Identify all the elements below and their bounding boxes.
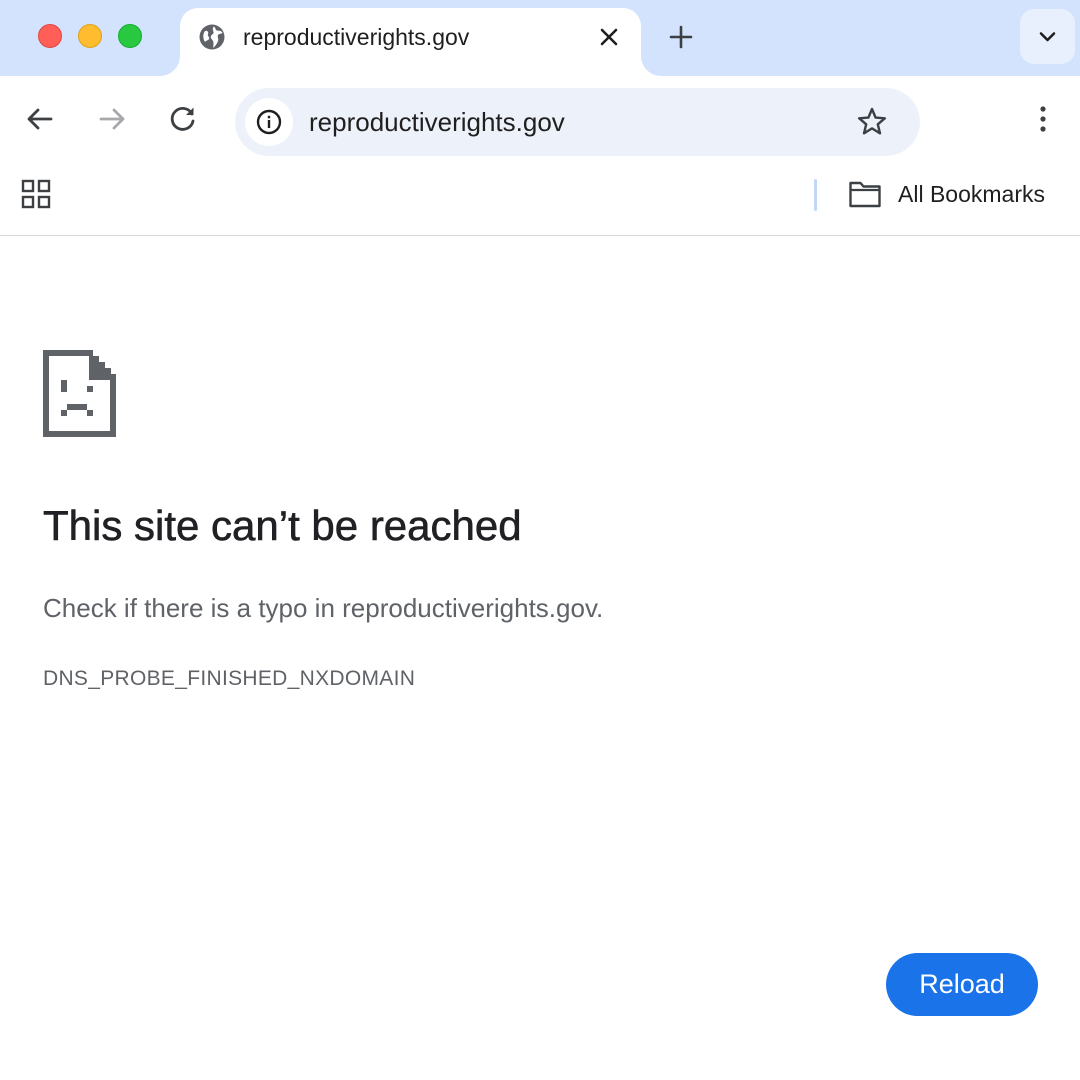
sad-page-icon: [43, 350, 116, 437]
tab-search-button[interactable]: [1020, 9, 1075, 64]
error-description: Check if there is a typo in reproductive…: [43, 593, 604, 623]
window-maximize-button[interactable]: [118, 24, 142, 48]
error-code: DNS_PROBE_FINISHED_NXDOMAIN: [43, 667, 416, 690]
kebab-menu-icon[interactable]: [1026, 102, 1060, 136]
bookmarks-separator: [814, 179, 817, 211]
address-bar[interactable]: reproductiverights.gov: [235, 88, 920, 156]
tab-strip: reproductiverights.gov: [0, 0, 1080, 76]
tab-title: reproductiverights.gov: [243, 24, 470, 50]
reload-button[interactable]: Reload: [886, 953, 1038, 1016]
arrow-right-icon[interactable]: [95, 102, 129, 136]
browser-window: reproductiverights.gov reproductiveright…: [0, 0, 1080, 1080]
all-bookmarks-button[interactable]: All Bookmarks: [848, 176, 1045, 212]
site-info-button[interactable]: [245, 98, 293, 146]
error-title: This site can’t be reached: [43, 502, 522, 550]
star-icon[interactable]: [855, 105, 889, 139]
info-icon: [256, 109, 282, 135]
plus-icon[interactable]: [664, 20, 698, 54]
arrow-left-icon[interactable]: [23, 102, 57, 136]
window-minimize-button[interactable]: [78, 24, 102, 48]
active-tab[interactable]: reproductiverights.gov: [180, 8, 641, 76]
folder-icon: [849, 181, 881, 208]
all-bookmarks-label: All Bookmarks: [898, 180, 1045, 207]
bookmarks-bar: All Bookmarks: [0, 162, 1080, 236]
window-close-button[interactable]: [38, 24, 62, 48]
globe-icon: [199, 24, 225, 50]
close-icon[interactable]: [596, 24, 622, 50]
url-text[interactable]: reproductiverights.gov: [309, 105, 565, 139]
apps-grid-icon[interactable]: [20, 178, 52, 210]
chevron-down-icon: [1039, 32, 1056, 42]
reload-icon[interactable]: [166, 102, 200, 136]
toolbar: reproductiverights.gov: [0, 76, 1080, 162]
